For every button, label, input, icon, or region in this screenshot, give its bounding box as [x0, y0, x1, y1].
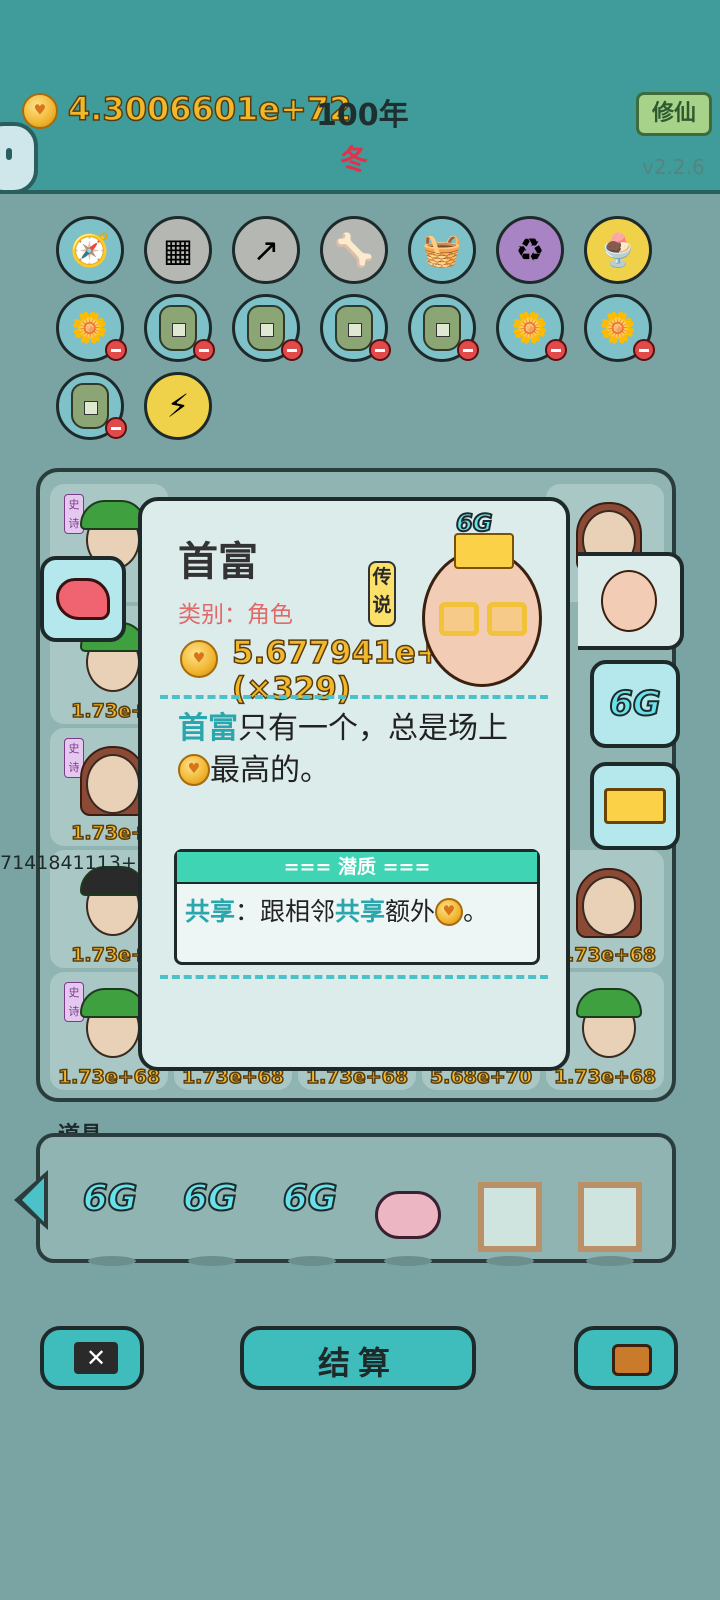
item-shadow: [188, 1256, 236, 1266]
flower-pot-icon[interactable]: 🌼: [496, 294, 567, 362]
trait-keyword: 共享: [185, 897, 236, 926]
remove-badge-icon: [105, 417, 127, 439]
popup-category: 类别：角色: [178, 602, 293, 628]
item-6g[interactable]: 6G: [70, 1177, 150, 1238]
piggy-bank-icon[interactable]: [375, 1191, 441, 1239]
crown-icon: [454, 533, 514, 569]
item-6g[interactable]: 6G: [170, 1177, 250, 1238]
rarity-badge: 传说: [368, 561, 396, 627]
ice-cream-icon[interactable]: 🍨: [584, 216, 652, 284]
scroll-left-arrow-icon[interactable]: [14, 1170, 48, 1230]
year-counter: 100年: [316, 98, 409, 133]
remove-badge-icon: [545, 339, 567, 361]
popup-description: 首富只有一个，总是场上 最高的。: [178, 708, 548, 792]
trait-desc: 额外: [385, 897, 436, 926]
remove-badge-icon: [457, 339, 479, 361]
top-bar: 4.3006601e+72 100年 冬 修仙 v2.2.6: [0, 0, 720, 194]
divider: [160, 975, 548, 979]
flower-pot-icon[interactable]: 🌼: [584, 294, 655, 362]
desc-text: 最高的。: [210, 753, 330, 788]
item-shadow: [486, 1256, 534, 1266]
version-label: v2.2.6: [642, 155, 705, 179]
divider: [160, 695, 548, 699]
crown-tab[interactable]: [590, 762, 680, 850]
recycle-icon[interactable]: ♻: [496, 216, 564, 284]
item-shadow: [88, 1256, 136, 1266]
total-money: 4.3006601e+72: [67, 89, 352, 129]
compass-icon[interactable]: 🧭: [56, 216, 124, 284]
settle-button[interactable]: 结算: [240, 1326, 476, 1390]
remove-badge-icon: [633, 339, 655, 361]
popup-title: 首富: [178, 539, 258, 585]
glasses-icon: [487, 602, 527, 636]
seed-sack-icon[interactable]: [232, 294, 303, 362]
green-cap-icon: [80, 500, 146, 530]
coin-icon: [22, 93, 58, 129]
character-tab[interactable]: [578, 552, 684, 650]
character-face-icon: [601, 570, 657, 632]
settle-label: 结算: [317, 1344, 398, 1382]
6g-tab[interactable]: 6G: [590, 660, 680, 748]
trait-keyword: 共享: [335, 897, 386, 926]
coin-icon: [178, 754, 210, 786]
lightning-icon[interactable]: ⚡: [144, 372, 212, 440]
empty-frame-icon[interactable]: [478, 1182, 542, 1252]
glasses-icon: [439, 602, 479, 636]
seed-sack-icon[interactable]: [408, 294, 479, 362]
character-face-icon: [86, 754, 140, 814]
seed-sack-icon[interactable]: [144, 294, 215, 362]
6g-label: 6G: [608, 683, 662, 725]
richest-man-portrait: 6G: [414, 508, 594, 687]
liver-icon: [56, 578, 110, 620]
fruit-basket-icon[interactable]: 🧺: [408, 216, 476, 284]
green-cap-icon: [80, 988, 146, 1018]
item-shadow: [288, 1256, 336, 1266]
xiuxian-button[interactable]: 修仙: [636, 92, 712, 136]
trait-box: === 潜质 === 共享：跟相邻共享额外。: [174, 849, 540, 965]
trait-desc: ：跟相邻: [235, 897, 336, 926]
remove-badge-icon: [193, 339, 215, 361]
remove-badge-icon: [369, 339, 391, 361]
remove-badge-icon: [281, 339, 303, 361]
overflow-number: 7141841113+: [0, 852, 137, 874]
robot-assistant-icon[interactable]: [0, 122, 38, 194]
crown-icon: [604, 788, 666, 824]
item-shadow: [586, 1256, 634, 1266]
item-shadow: [384, 1256, 432, 1266]
growth-arrow-icon[interactable]: ↗: [232, 216, 300, 284]
coin-icon: [435, 898, 464, 926]
desc-text: 只有一个，总是场上: [238, 711, 508, 746]
briefcase-button[interactable]: [574, 1326, 678, 1390]
character-face-icon: [582, 876, 636, 936]
dog-bowl-icon[interactable]: 🦴: [320, 216, 388, 284]
trait-header: === 潜质 ===: [177, 852, 537, 884]
cell-value: 1.73e+68: [553, 1065, 657, 1089]
remove-badge-icon: [105, 339, 127, 361]
coin-icon: [180, 640, 218, 678]
close-button[interactable]: ✕: [40, 1326, 144, 1390]
empty-frame-icon[interactable]: [578, 1182, 642, 1252]
seed-sack-icon[interactable]: [56, 372, 127, 440]
seed-sack-icon[interactable]: [320, 294, 391, 362]
briefcase-icon: [612, 1344, 652, 1376]
bald-head-icon: [422, 549, 542, 687]
trait-desc: 。: [463, 897, 489, 926]
flower-pot-icon[interactable]: 🌼: [56, 294, 127, 362]
liver-tab[interactable]: [40, 556, 126, 642]
green-cap-icon: [576, 988, 642, 1018]
6g-badge: 6G: [455, 508, 493, 538]
dice-stack-icon[interactable]: ▦: [144, 216, 212, 284]
trait-text: 共享：跟相邻共享额外。: [185, 892, 488, 928]
season-label: 冬: [340, 143, 369, 176]
desc-highlight: 首富: [178, 711, 238, 746]
item-6g[interactable]: 6G: [270, 1177, 350, 1238]
close-icon: ✕: [74, 1342, 118, 1374]
